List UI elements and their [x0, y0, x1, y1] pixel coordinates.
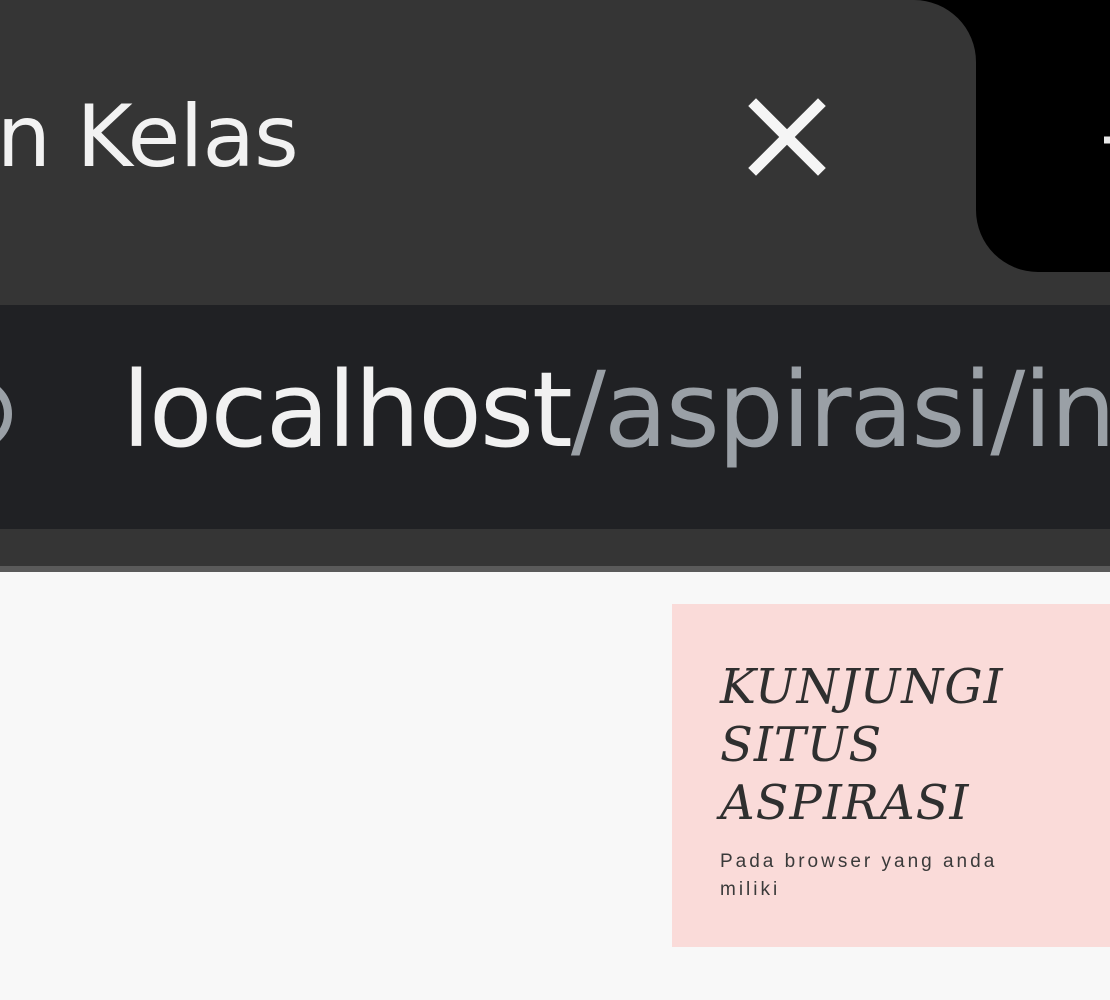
- tab-title: lan Kelas: [0, 87, 299, 187]
- tab-corner: [976, 200, 1110, 305]
- url-text[interactable]: localhost/aspirasi/in: [122, 345, 1110, 475]
- info-icon[interactable]: [0, 354, 52, 474]
- url-host: localhost: [122, 349, 573, 471]
- close-icon[interactable]: [746, 96, 828, 178]
- promo-card[interactable]: KUNJUNGI SITUS ASPIRASI Pada browser yan…: [672, 604, 1110, 947]
- url-path: /aspirasi/in: [570, 349, 1110, 471]
- promo-subtext: Pada browser yang anda miliki: [720, 851, 998, 900]
- plus-icon[interactable]: [1090, 110, 1110, 170]
- promo-heading: KUNJUNGI SITUS ASPIRASI: [720, 659, 1004, 831]
- active-tab[interactable]: lan Kelas: [0, 0, 976, 305]
- tab-strip: lan Kelas: [0, 0, 1110, 305]
